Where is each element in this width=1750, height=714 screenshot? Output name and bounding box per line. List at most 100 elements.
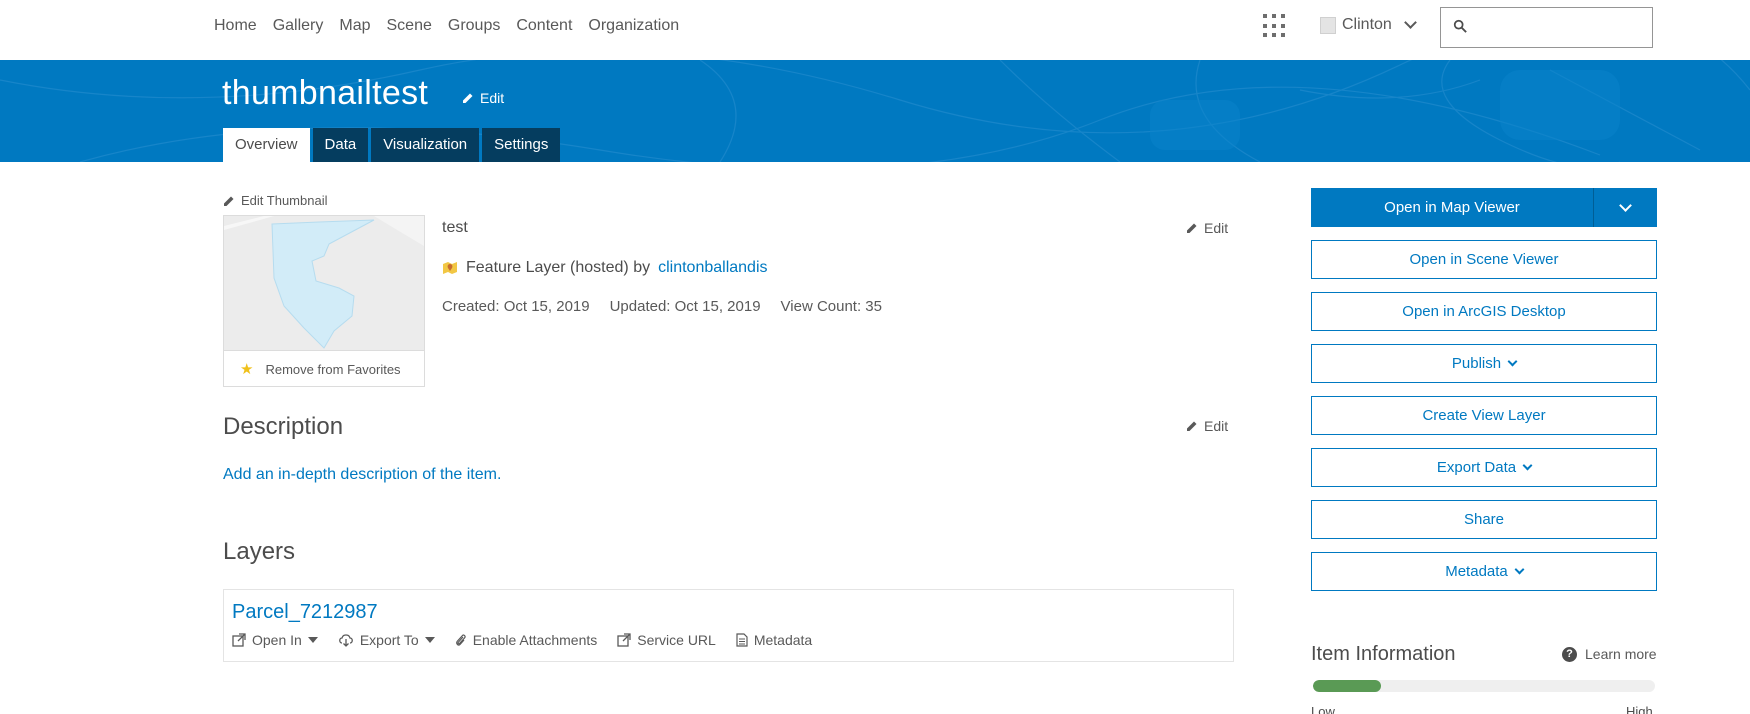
description-edit-button[interactable]: Edit xyxy=(1186,418,1228,434)
favorite-label: Remove from Favorites xyxy=(265,361,401,377)
pencil-icon xyxy=(463,93,473,103)
app-launcher-icon[interactable] xyxy=(1263,14,1287,38)
document-icon xyxy=(736,633,748,647)
scene-viewer-label: Open in Scene Viewer xyxy=(1409,251,1559,268)
item-tabs: Overview Data Visualization Settings xyxy=(223,128,561,162)
summary-edit-button[interactable]: Edit xyxy=(1186,220,1228,236)
publish-label: Publish xyxy=(1451,355,1502,372)
description-heading: Description xyxy=(223,413,344,440)
item-summary: test xyxy=(442,219,468,236)
layer-open-in-button[interactable]: Open In xyxy=(232,632,318,648)
item-information-heading: Item Information xyxy=(1311,643,1456,665)
layer-name-link[interactable]: Parcel_7212987 xyxy=(232,601,378,624)
export-to-label: Export To xyxy=(359,632,419,648)
open-in-map-viewer-button[interactable]: Open in Map Viewer xyxy=(1311,188,1594,227)
search-icon xyxy=(1453,19,1467,33)
open-external-icon xyxy=(232,633,246,647)
summary-edit-label: Edit xyxy=(1204,220,1229,236)
view-count: View Count: 35 xyxy=(780,298,882,315)
nav-links: Home Gallery Map Scene Groups Content Or… xyxy=(214,17,679,35)
nav-home[interactable]: Home xyxy=(214,17,257,35)
caret-down-icon xyxy=(424,637,435,643)
top-navigation: Home Gallery Map Scene Groups Content Or… xyxy=(0,0,1750,60)
user-name: Clinton xyxy=(1342,16,1392,33)
export-data-button[interactable]: Export Data xyxy=(1311,448,1657,487)
edit-thumbnail-button[interactable]: Edit Thumbnail xyxy=(223,193,327,208)
tab-visualization[interactable]: Visualization xyxy=(371,128,480,162)
search-input[interactable] xyxy=(1440,7,1653,48)
nav-scene[interactable]: Scene xyxy=(387,17,432,35)
tab-data[interactable]: Data xyxy=(312,128,369,162)
map-viewer-dropdown-button[interactable] xyxy=(1594,188,1657,227)
feature-layer-icon xyxy=(443,262,457,274)
open-external-icon xyxy=(617,633,631,647)
action-sidebar: Open in Map Viewer Open in Scene Viewer … xyxy=(1311,188,1657,604)
thumbnail-image xyxy=(224,216,424,350)
open-map-viewer-group: Open in Map Viewer xyxy=(1311,188,1657,227)
sidebar-metadata-label: Metadata xyxy=(1445,563,1508,580)
pencil-icon xyxy=(1187,421,1197,431)
tab-settings[interactable]: Settings xyxy=(482,128,561,162)
item-type-text: Feature Layer (hosted) by xyxy=(466,259,651,276)
layer-actions: Open In Export To Enable Attachments Ser… xyxy=(232,632,812,648)
item-header-banner: thumbnailtest Edit Overview Data Visuali… xyxy=(0,60,1750,162)
enable-attachments-button[interactable]: Enable Attachments xyxy=(455,632,598,648)
description-edit-label: Edit xyxy=(1204,418,1229,434)
progress-low-label: Low xyxy=(1311,704,1335,714)
owner-link[interactable]: clintonballandis xyxy=(658,259,767,277)
enable-attachments-label: Enable Attachments xyxy=(472,632,598,648)
item-information-progress xyxy=(1313,680,1655,692)
layer-card: Parcel_7212987 Open In Export To Enable … xyxy=(223,589,1234,662)
learn-more-label: Learn more xyxy=(1585,646,1657,662)
title-edit-button[interactable]: Edit xyxy=(462,90,504,106)
open-in-scene-viewer-button[interactable]: Open in Scene Viewer xyxy=(1311,240,1657,279)
created-date: Created: Oct 15, 2019 xyxy=(442,298,590,315)
layers-heading: Layers xyxy=(223,538,296,565)
add-description-link[interactable]: Add an in-depth description of the item. xyxy=(223,466,501,484)
open-in-arcgis-desktop-button[interactable]: Open in ArcGIS Desktop xyxy=(1311,292,1657,331)
tab-overview[interactable]: Overview xyxy=(223,128,310,162)
share-label: Share xyxy=(1463,511,1505,528)
open-in-label: Open In xyxy=(252,632,302,648)
pencil-icon xyxy=(224,196,234,206)
nav-content[interactable]: Content xyxy=(516,17,572,35)
updated-date: Updated: Oct 15, 2019 xyxy=(609,298,761,315)
nav-gallery[interactable]: Gallery xyxy=(273,17,324,35)
chevron-down-icon xyxy=(1514,564,1525,575)
cloud-download-icon xyxy=(338,634,353,647)
help-icon: ? xyxy=(1562,646,1577,662)
nav-groups[interactable]: Groups xyxy=(448,17,500,35)
remove-favorite-button[interactable]: ★ Remove from Favorites xyxy=(224,350,424,387)
layer-metadata-button[interactable]: Metadata xyxy=(736,632,812,648)
chevron-down-icon xyxy=(1619,198,1632,212)
paperclip-icon xyxy=(455,634,466,646)
service-url-label: Service URL xyxy=(637,632,716,648)
chevron-down-icon xyxy=(1522,460,1533,471)
create-view-layer-label: Create View Layer xyxy=(1422,407,1546,424)
create-view-layer-button[interactable]: Create View Layer xyxy=(1311,396,1657,435)
user-menu[interactable]: Clinton xyxy=(1320,16,1417,34)
progress-high-label: High xyxy=(1626,704,1653,714)
share-button[interactable]: Share xyxy=(1311,500,1657,539)
item-type-row: Feature Layer (hosted) by clintonballand… xyxy=(442,259,768,277)
pencil-icon xyxy=(1187,223,1197,233)
arcgis-desktop-label: Open in ArcGIS Desktop xyxy=(1402,303,1566,320)
nav-map[interactable]: Map xyxy=(339,17,370,35)
learn-more-link[interactable]: ? Learn more xyxy=(1562,646,1657,662)
layer-export-to-button[interactable]: Export To xyxy=(338,632,435,648)
chevron-down-icon xyxy=(1403,16,1417,29)
service-url-button[interactable]: Service URL xyxy=(617,632,716,648)
star-icon: ★ xyxy=(240,361,254,378)
metadata-label: Metadata xyxy=(753,632,813,648)
export-data-label: Export Data xyxy=(1436,459,1517,476)
nav-organization[interactable]: Organization xyxy=(588,17,679,35)
metadata-button[interactable]: Metadata xyxy=(1311,552,1657,591)
page-title: thumbnailtest xyxy=(222,74,429,112)
caret-down-icon xyxy=(307,637,318,643)
item-thumbnail: ★ Remove from Favorites xyxy=(223,215,425,387)
chevron-down-icon xyxy=(1507,356,1518,367)
progress-fill xyxy=(1313,680,1382,692)
edit-thumbnail-label: Edit Thumbnail xyxy=(241,193,328,208)
title-edit-label: Edit xyxy=(480,90,505,106)
publish-button[interactable]: Publish xyxy=(1311,344,1657,383)
